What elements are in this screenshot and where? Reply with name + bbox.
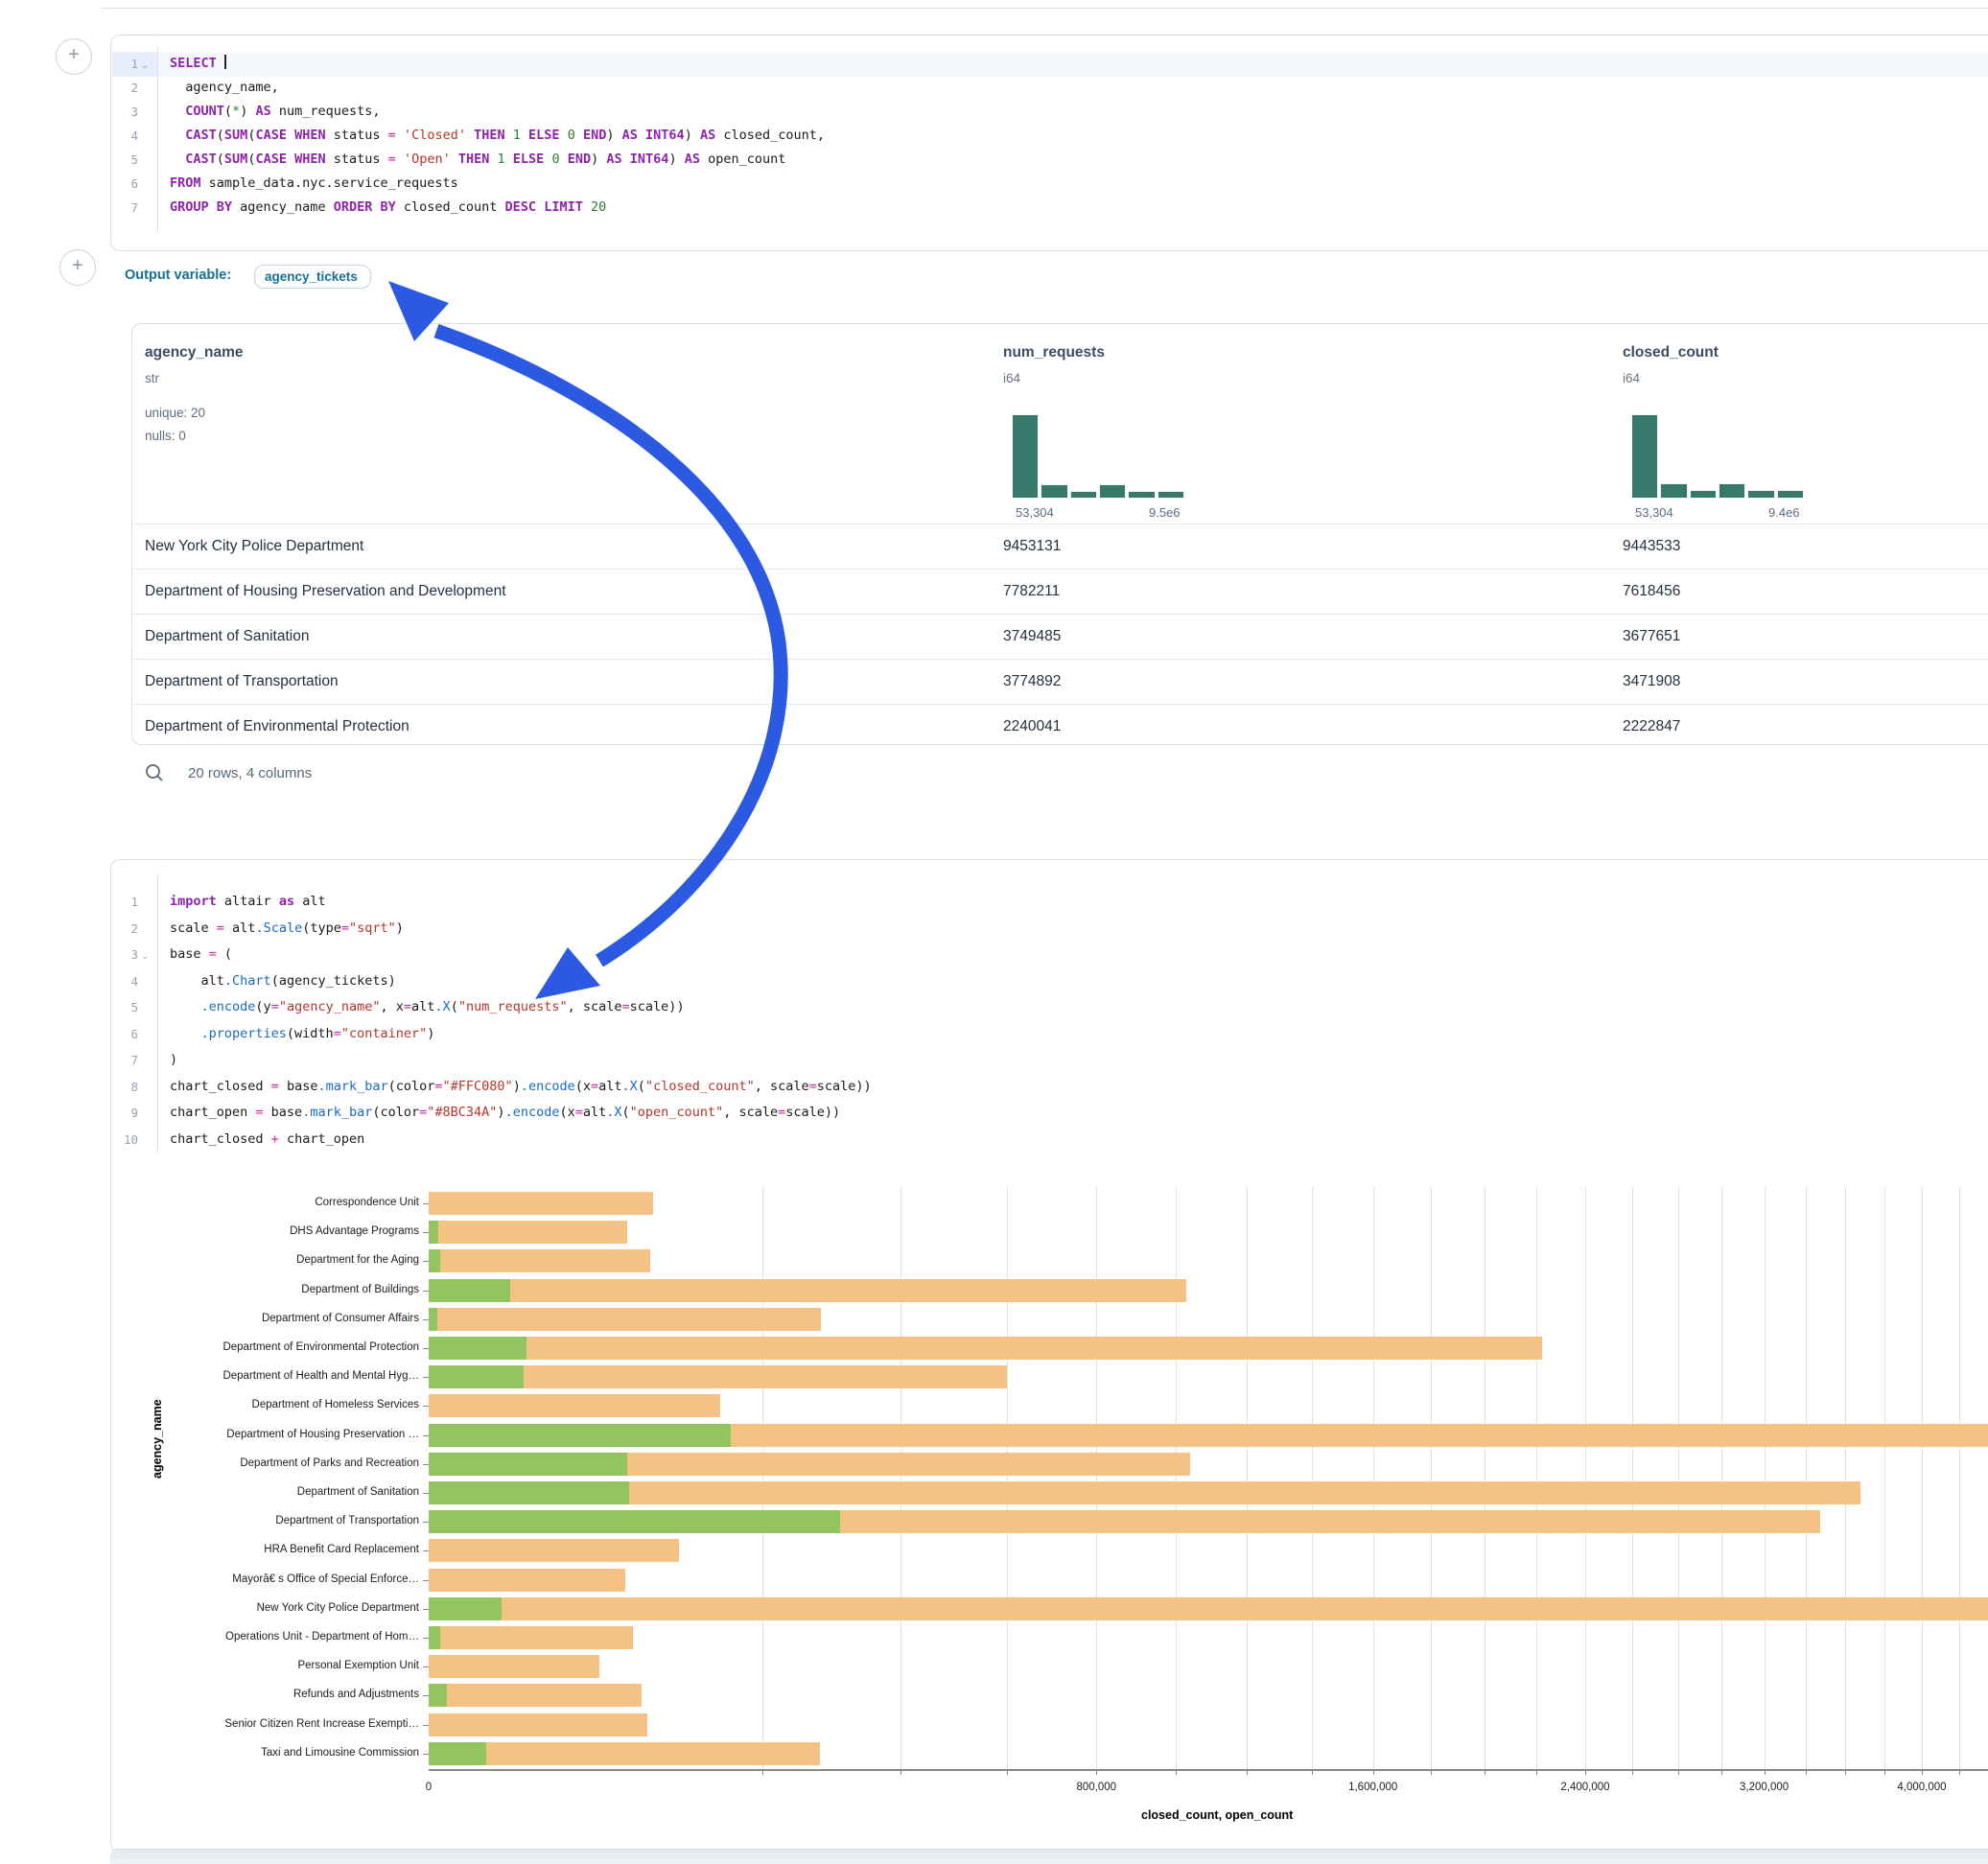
notebook-page: { "accent_colors": { "arrow_blue": "#2C5… (0, 0, 1988, 1864)
arrow-curve (436, 331, 781, 961)
arrow-head-bottom (535, 947, 600, 999)
next-cell-body-strip (110, 1858, 1988, 1864)
annotation-arrow (0, 0, 1988, 1864)
